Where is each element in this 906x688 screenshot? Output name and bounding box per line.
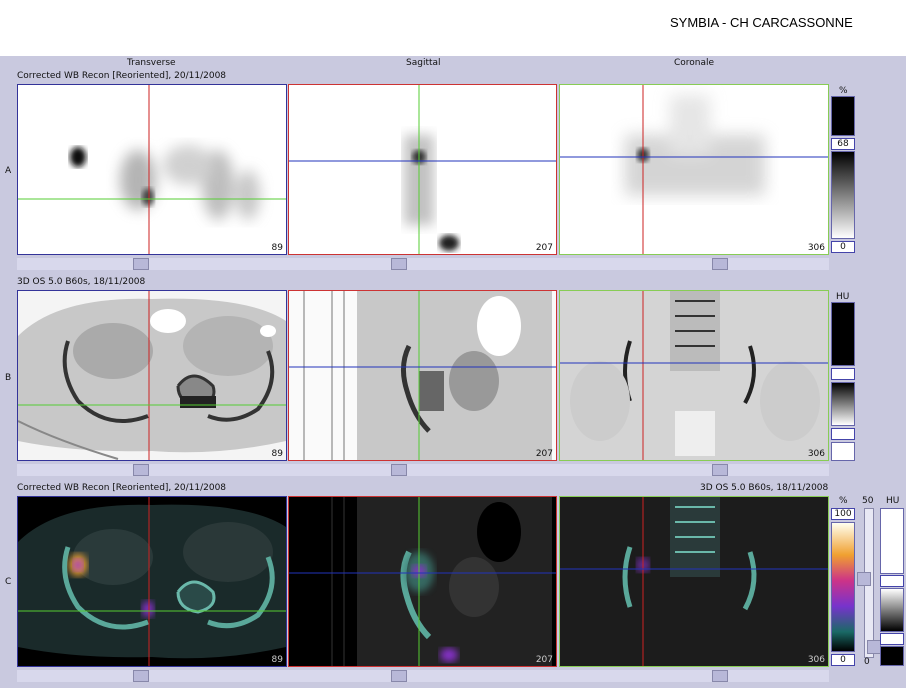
scale-b-unit: HU xyxy=(836,292,850,302)
slice-number: 89 xyxy=(271,655,283,665)
slider-thumb-sagittal[interactable] xyxy=(391,258,407,270)
ct-transverse-image xyxy=(18,291,286,460)
slice-number: 207 xyxy=(535,449,553,459)
slice-number: 207 xyxy=(535,655,553,665)
pet-transverse-image xyxy=(18,85,286,254)
fusion-coronal-view[interactable]: 306 xyxy=(559,496,829,667)
pet-sagittal-image xyxy=(289,85,556,254)
scale-c-max[interactable]: 100 xyxy=(831,508,855,520)
slice-number: 306 xyxy=(807,243,825,253)
slider-thumb-sagittal[interactable] xyxy=(391,464,407,476)
title-bar: SYMBIA - CH CARCASSONNE xyxy=(0,0,906,56)
fusion-transverse-view[interactable]: 89 xyxy=(17,496,287,667)
slice-number: 306 xyxy=(807,449,825,459)
row-a-title: Corrected WB Recon [Reoriented], 20/11/2… xyxy=(17,71,227,81)
scale-c-unit: % xyxy=(839,496,848,506)
slider-thumb-transverse[interactable] xyxy=(133,464,149,476)
mix-min-label: 0 xyxy=(864,657,870,667)
fusion-transverse-image xyxy=(18,497,286,666)
slice-number: 207 xyxy=(535,243,553,253)
fusion-sagittal-view[interactable]: 207 xyxy=(288,496,557,667)
slider-thumb-sagittal[interactable] xyxy=(391,670,407,682)
view-header-transverse: Transverse xyxy=(127,58,176,68)
scale-b-lower xyxy=(831,442,855,461)
scale-b-upper xyxy=(831,302,855,366)
scale-b-max-handle[interactable] xyxy=(831,368,855,380)
scale-b-min-handle[interactable] xyxy=(831,428,855,440)
mix-slider-thumb[interactable] xyxy=(857,572,871,586)
view-header-sagittal: Sagittal xyxy=(406,58,441,68)
row-b-title: 3D OS 5.0 B60s, 18/11/2008 xyxy=(17,277,146,287)
fusion-coronal-image xyxy=(560,497,828,666)
scale-a-unit: % xyxy=(839,86,848,96)
pet-transverse-view[interactable]: 89 xyxy=(17,84,287,255)
slice-number: 89 xyxy=(271,449,283,459)
slice-number: 89 xyxy=(271,243,283,253)
scale-c2-upper xyxy=(880,508,904,574)
ct-sagittal-image xyxy=(289,291,556,460)
slider-thumb-coronal[interactable] xyxy=(712,464,728,476)
row-c-title-ct: 3D OS 5.0 B60s, 18/11/2008 xyxy=(700,483,829,493)
view-header-coronal: Coronale xyxy=(674,58,715,68)
pet-coronal-image xyxy=(560,85,828,254)
ct-coronal-view[interactable]: 306 xyxy=(559,290,829,461)
scale-a-upper xyxy=(831,96,855,136)
slider-thumb-transverse[interactable] xyxy=(133,258,149,270)
scale-b-gradient xyxy=(831,382,855,426)
scale-c2-min-handle[interactable] xyxy=(880,633,904,645)
ct-transverse-view[interactable]: 89 xyxy=(17,290,287,461)
scale-a-gradient xyxy=(831,151,855,239)
scale-c2-lower xyxy=(880,646,904,666)
row-a-label: A xyxy=(5,166,12,176)
slider-thumb-coronal[interactable] xyxy=(712,258,728,270)
row-b-label: B xyxy=(5,373,12,383)
row-c-title-pet: Corrected WB Recon [Reoriented], 20/11/2… xyxy=(17,483,227,493)
mix-max-label: 50 xyxy=(862,496,874,506)
scale-a-min[interactable]: 0 xyxy=(831,241,855,253)
scale-c2-gradient xyxy=(880,588,904,632)
scale-c-min[interactable]: 0 xyxy=(831,654,855,666)
scale-c2-unit: HU xyxy=(886,496,900,506)
slice-number: 306 xyxy=(807,655,825,665)
scale-c-colormap xyxy=(831,522,855,652)
row-c-label: C xyxy=(5,577,12,587)
fusion-sagittal-image xyxy=(289,497,556,666)
site-name: SYMBIA - CH CARCASSONNE xyxy=(670,15,853,30)
pet-sagittal-view[interactable]: 207 xyxy=(288,84,557,255)
ct-coronal-image xyxy=(560,291,828,460)
pet-coronal-view[interactable]: 306 xyxy=(559,84,829,255)
slider-thumb-coronal[interactable] xyxy=(712,670,728,682)
scale-a-max[interactable]: 68 xyxy=(831,138,855,150)
mix-slider-thumb-lower[interactable] xyxy=(867,640,881,654)
slider-thumb-transverse[interactable] xyxy=(133,670,149,682)
scale-c2-max-handle[interactable] xyxy=(880,575,904,587)
ct-sagittal-view[interactable]: 207 xyxy=(288,290,557,461)
